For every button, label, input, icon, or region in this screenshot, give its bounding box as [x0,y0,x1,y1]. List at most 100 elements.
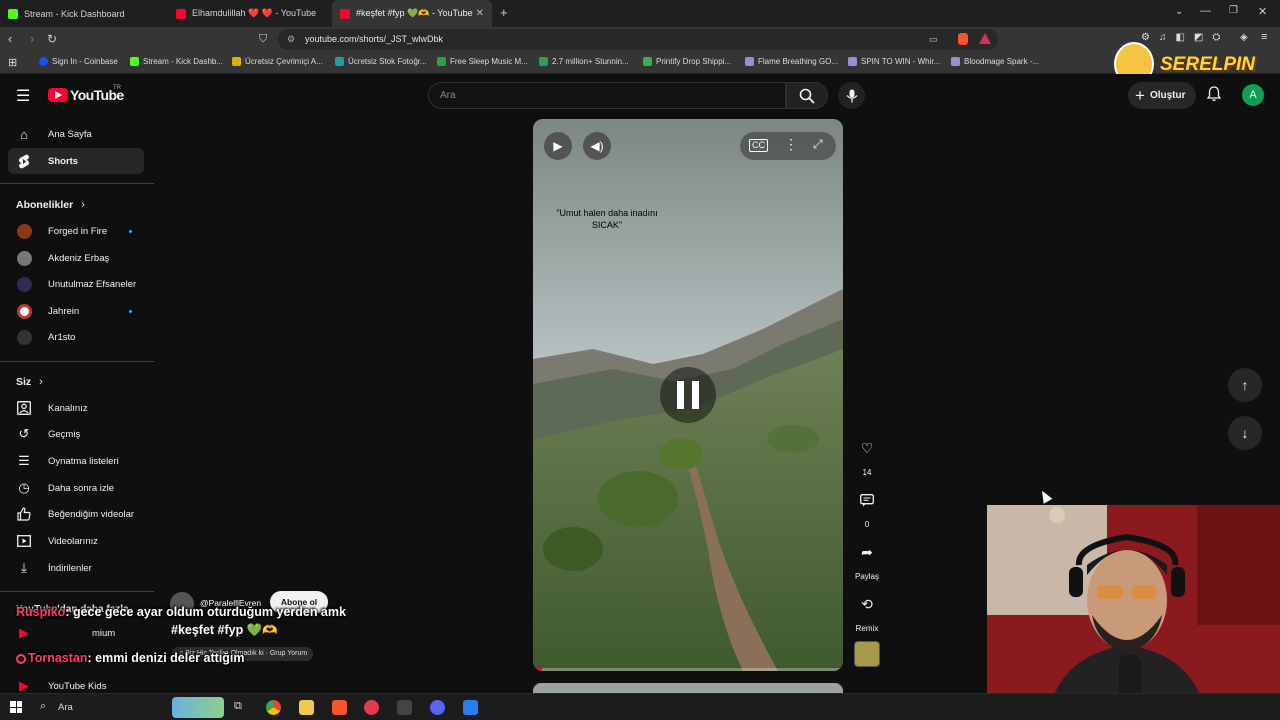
youtube-logo-icon[interactable] [48,88,68,102]
forward-icon[interactable]: › [30,32,34,46]
more-options-icon[interactable]: ⋮ [784,136,798,153]
bookmark-item[interactable]: Stream - Kick Dashb... [130,57,223,66]
bookmark-item[interactable]: Ücretsiz Çevrimiçi A... [232,57,323,66]
sidebar-item-home[interactable]: ⌂ Ana Sayfa [8,121,144,147]
windows-start-icon[interactable] [10,701,22,713]
next-short-button[interactable]: ↓ [1228,416,1262,450]
bookmark-item[interactable]: Free Sleep Music M... [437,57,528,66]
search-icon [799,88,815,104]
bookmark-item[interactable]: Printify Drop Shippi... [643,57,731,66]
sidebar-item-shorts[interactable]: Shorts [8,148,144,174]
bookmark-icon[interactable]: ⛉ [259,32,267,46]
short-title[interactable]: #keşfet #fyp 💚🫶 [171,623,278,638]
cast-icon[interactable]: ▭ [929,34,938,45]
brave-rewards-icon[interactable] [979,33,991,44]
youtube-favicon-icon [340,8,350,19]
video-caption-text: "Umut halen daha inadını SICAK" [556,208,658,230]
taskbar-search-input[interactable]: Ara [58,702,73,713]
bookmark-item[interactable]: Flame Breathing GO... [745,57,838,66]
account-avatar[interactable]: A [1242,84,1264,106]
share-label: Paylaş [854,572,879,581]
pause-overlay-button[interactable] [660,367,716,423]
play-button[interactable]: ▶ [544,132,572,160]
fullscreen-icon[interactable]: ⤢ [813,137,823,152]
tab-search-icon[interactable]: ⌄ [1175,6,1183,17]
browser-tab-youtube-1[interactable]: Elhamdulillah ❤️ ❤️ - YouTube [168,0,330,27]
taskbar-search-highlight-image[interactable] [172,697,224,718]
browser-menu-icon[interactable]: ≡ [1261,31,1267,43]
bookmark-item[interactable]: Ücretsiz Stok Fotoğr... [335,57,427,66]
task-view-icon[interactable]: ⧉ [234,700,242,713]
sidebar-item-your-videos[interactable]: Videolarınız [8,528,144,554]
sidebar-item-unutulmaz-efsaneler[interactable]: Unutulmaz Efsaneler [8,271,144,297]
bookmark-item[interactable]: Sign In - Coinbase [39,57,118,66]
browser-tab-bar: Stream - Kick Dashboard Elhamdulillah ❤️… [0,0,1280,27]
subscriptions-header[interactable]: Abonelikler › [16,199,85,211]
notifications-bell-icon[interactable] [1206,86,1222,105]
sidebar-item-ar1sto[interactable]: Ar1sto [8,324,144,350]
chrome-icon[interactable] [266,700,281,715]
file-explorer-icon[interactable] [299,700,314,715]
sidebar-item-history[interactable]: ↺ Geçmiş [8,421,144,447]
comments-button[interactable]: 0 [852,485,882,529]
taskbar-search-icon[interactable]: ⌕ [40,700,46,713]
restore-icon[interactable]: ❐ [1229,5,1238,16]
apps-grid-icon[interactable]: ⊞ [8,56,17,69]
channel-avatar [17,329,32,345]
sidebar-divider [0,591,154,592]
bookmark-item[interactable]: Bloodmage Spark -... [951,57,1039,66]
create-button[interactable]: + Oluştur [1128,82,1196,109]
vpn-icon[interactable]: ◈ [1240,32,1248,43]
browser-tab-youtube-active[interactable]: #keşfet #fyp 💚🫶 - YouTube ✕ [332,0,492,27]
volume-icon: ◀) [590,139,604,153]
new-tab-button[interactable]: + [500,5,508,20]
bookmark-item[interactable]: SPIN TO WIN - Whir... [848,57,940,66]
remix-button[interactable]: ⟲ Remix [852,589,882,633]
sidebar-item-jahrein[interactable]: Jahrein [8,298,144,324]
site-info-icon[interactable]: ⚙ [287,34,295,45]
like-button[interactable]: ♡ 14 [852,433,882,477]
playlist-icon: ☰ [18,453,30,468]
browser-tab-kick[interactable]: Stream - Kick Dashboard [0,0,165,27]
youtube-header: ☰ YouTube TR Ara + Oluştur A [0,74,1280,118]
you-header[interactable]: Siz › [16,376,43,388]
remix-label: Remix [855,624,879,633]
sidebar-item-playlists[interactable]: ☰ Oynatma listeleri [8,448,144,474]
sidebar-item-forged-in-fire[interactable]: Forged in Fire [8,218,144,244]
volume-button[interactable]: ◀) [583,132,611,160]
back-icon[interactable]: ‹ [8,32,12,46]
short-video-player[interactable]: ▶ ◀) CC ⋮ ⤢ "Umut halen daha inadını SIC… [533,119,843,671]
sidebar-item-premium[interactable]: ▶ mium [8,620,144,646]
voice-search-button[interactable] [838,82,865,109]
sidebar-item-akdeniz-erbas[interactable]: Akdeniz Erbaş [8,245,144,271]
sidebar-item-liked-videos[interactable]: Beğendiğim videolar [8,501,144,527]
arrow-up-icon: ↑ [1241,377,1249,393]
sidebar-item-channel[interactable]: Kanalınız [8,395,144,421]
brave-shield-icon[interactable] [958,33,968,45]
chat-user: Tornastan [28,651,88,665]
obs-icon[interactable] [397,700,412,715]
brave-icon[interactable] [332,700,347,715]
previous-short-button[interactable]: ↑ [1228,368,1262,402]
close-tab-icon[interactable]: ✕ [476,8,484,19]
hamburger-menu-icon[interactable]: ☰ [16,86,30,106]
app-icon[interactable] [463,700,478,715]
extension-icons[interactable]: ⚙♫◧◩⛭ [1141,32,1229,43]
sidebar-item-watch-later[interactable]: ◷ Daha sonra izle [8,475,144,501]
search-button[interactable] [786,82,828,109]
minimize-icon[interactable]: — [1200,5,1211,17]
sidebar-item-downloads[interactable]: ⤓ İndirilenler [8,555,144,581]
like-count: 14 [862,468,872,477]
reload-icon[interactable]: ↻ [47,32,57,46]
media-player-icon[interactable] [364,700,379,715]
sound-thumbnail[interactable] [854,641,880,667]
heart-icon: ♡ [852,433,882,463]
next-short-preview[interactable] [533,683,843,693]
share-button[interactable]: ➦ Paylaş [852,537,882,581]
video-progress-bar[interactable] [533,668,843,671]
bookmark-item[interactable]: 2.7 million+ Stunnin... [539,57,629,66]
search-input[interactable] [428,82,786,109]
discord-icon[interactable] [430,700,445,715]
captions-icon[interactable]: CC [749,139,768,152]
window-close-icon[interactable]: ✕ [1258,5,1267,18]
